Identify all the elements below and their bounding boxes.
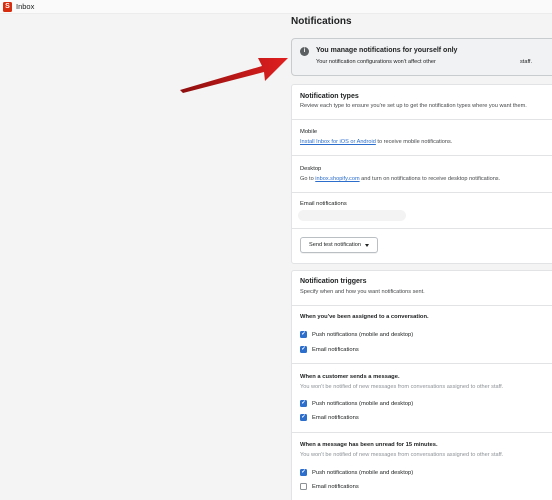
desktop-text: Go to inbox.shopify.com and turn on noti… — [300, 176, 501, 182]
banner-title: You manage notifications for yourself on… — [316, 47, 458, 54]
page-title: Notifications — [291, 16, 352, 27]
trigger-note: You won't be notified of new messages fr… — [300, 452, 504, 458]
email-label: Email notifications — [300, 201, 347, 207]
divider — [292, 432, 552, 433]
card-subtitle: Specify when and how you want notificati… — [300, 289, 425, 295]
check-icon: ✓ — [301, 399, 306, 406]
divider — [292, 363, 552, 364]
banner-text: Your notification configurations won't a… — [316, 59, 436, 65]
email-checkbox[interactable]: ✓ — [300, 414, 307, 421]
trigger-title: When a customer sends a message. — [300, 374, 400, 380]
push-checkbox-row[interactable]: ✓ Push notifications (mobile and desktop… — [300, 468, 413, 477]
send-test-notification-button[interactable]: Send test notification — [300, 237, 378, 253]
card-subtitle: Review each type to ensure you're set up… — [300, 103, 527, 109]
check-icon: ✓ — [301, 345, 306, 352]
card-title: Notification triggers — [300, 278, 367, 285]
divider — [292, 192, 552, 193]
divider — [292, 228, 552, 229]
email-checkbox-row[interactable]: ✓ Email notifications — [300, 345, 359, 354]
divider — [292, 155, 552, 156]
caret-down-icon — [364, 243, 369, 247]
email-checkbox-row[interactable]: ✓ Email notifications — [300, 413, 359, 422]
push-checkbox-row[interactable]: ✓ Push notifications (mobile and desktop… — [300, 330, 413, 339]
card-title: Notification types — [300, 93, 359, 100]
banner-text-end: staff. — [520, 59, 533, 65]
notification-types-card: Notification types Review each type to e… — [291, 84, 552, 264]
push-checkbox-row[interactable]: ✓ Push notifications (mobile and desktop… — [300, 399, 413, 408]
email-address-field — [298, 210, 406, 221]
mobile-text: Install Inbox for iOS or Android to rece… — [300, 139, 453, 145]
push-checkbox[interactable]: ✓ — [300, 469, 307, 476]
inbox-web-link[interactable]: inbox.shopify.com — [315, 176, 359, 182]
mobile-label: Mobile — [300, 129, 318, 135]
trigger-title: When a message has been unread for 15 mi… — [300, 442, 438, 448]
desktop-label: Desktop — [300, 166, 322, 172]
divider — [292, 305, 552, 306]
info-icon: i — [300, 47, 309, 56]
info-banner: i You manage notifications for yourself … — [291, 38, 552, 76]
trigger-note: You won't be notified of new messages fr… — [300, 384, 504, 390]
email-checkbox[interactable]: ✓ — [300, 346, 307, 353]
email-checkbox-row[interactable]: Email notifications — [300, 482, 359, 491]
trigger-title: When you've been assigned to a conversat… — [300, 314, 429, 320]
divider — [292, 119, 552, 120]
push-checkbox[interactable]: ✓ — [300, 331, 307, 338]
install-app-link[interactable]: Install Inbox for iOS or Android — [300, 139, 376, 145]
arrow-shape — [180, 58, 288, 93]
check-icon: ✓ — [301, 468, 306, 475]
push-checkbox[interactable]: ✓ — [300, 400, 307, 407]
check-icon: ✓ — [301, 330, 306, 337]
notification-triggers-card: Notification triggers Specify when and h… — [291, 270, 552, 500]
check-icon: ✓ — [301, 413, 306, 420]
email-checkbox[interactable] — [300, 483, 307, 490]
